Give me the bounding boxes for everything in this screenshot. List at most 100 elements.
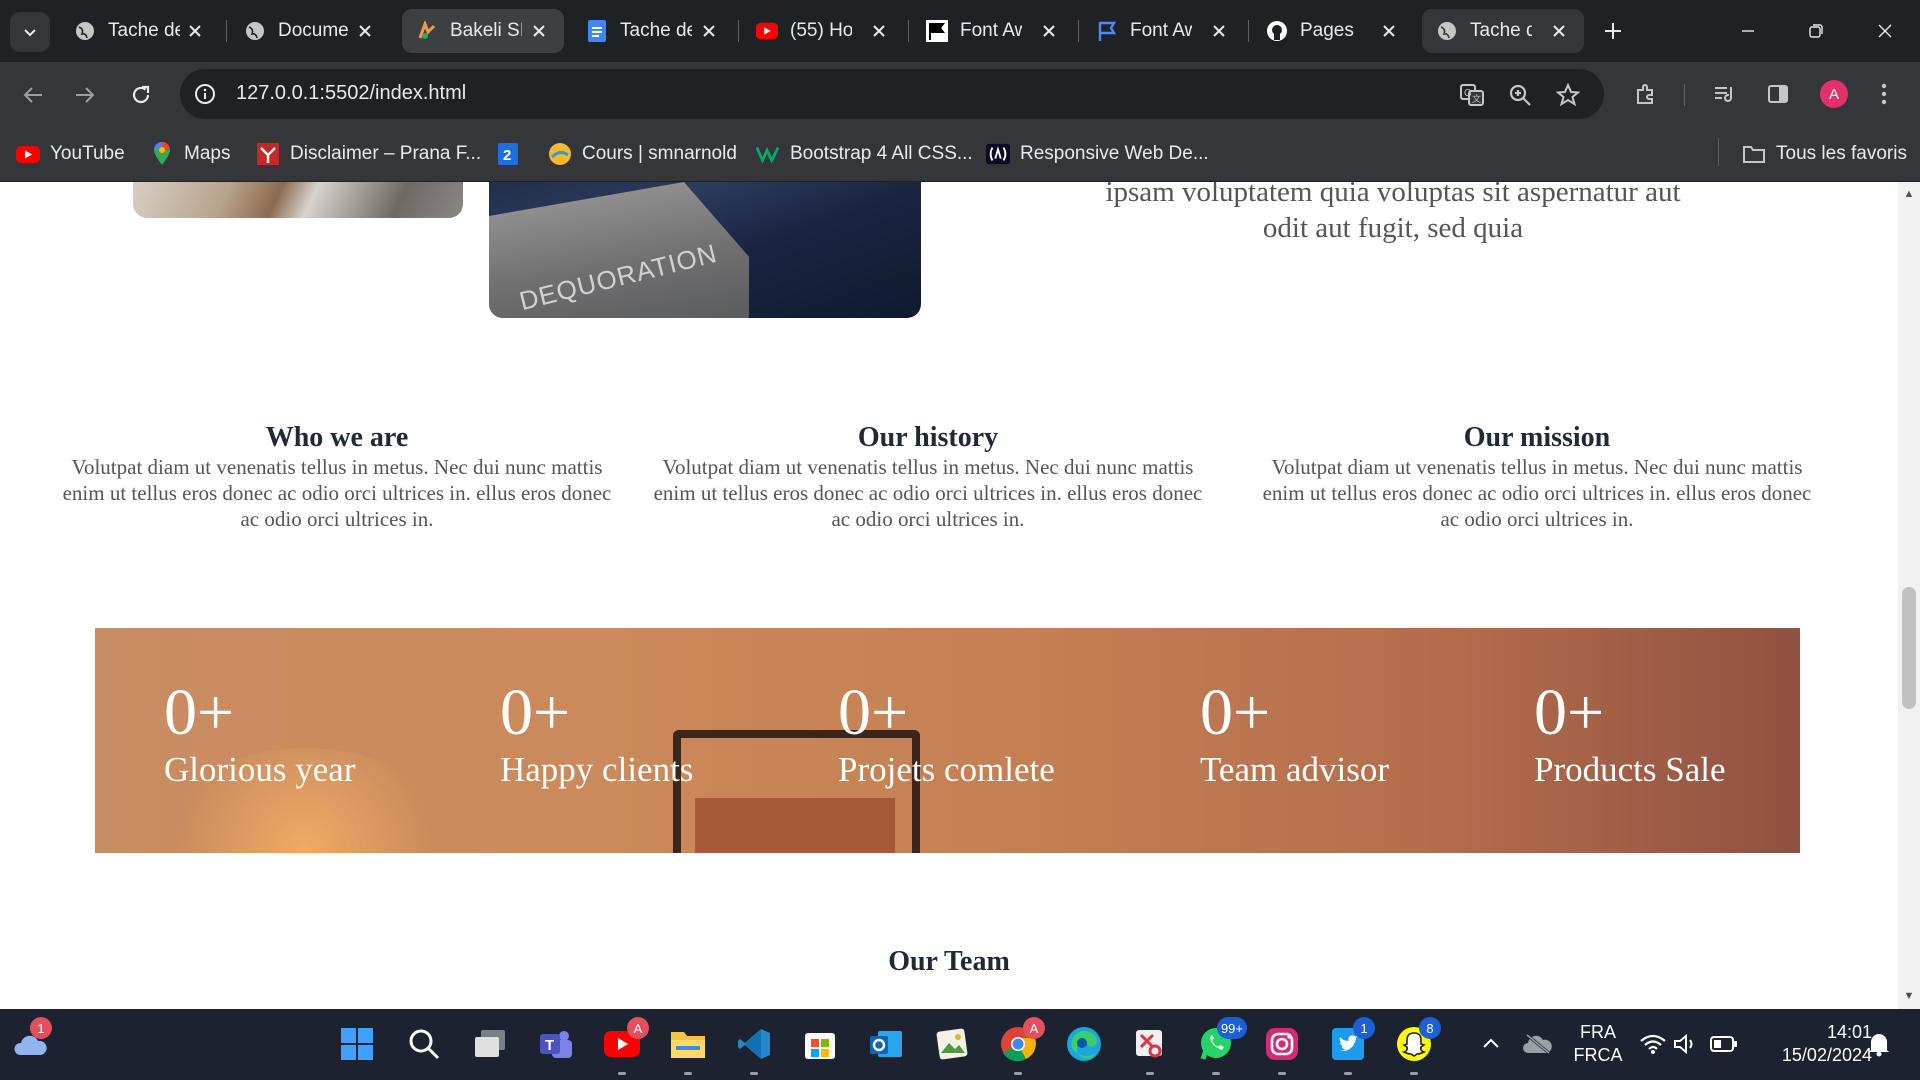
translate-icon[interactable]: G文 xyxy=(1458,81,1486,109)
book-image xyxy=(133,182,463,218)
tab[interactable]: Pages xyxy=(1252,9,1414,53)
search-icon[interactable] xyxy=(405,1025,443,1063)
app-badge: A xyxy=(627,1017,649,1039)
globe-icon xyxy=(1436,20,1458,42)
tab[interactable]: Docume xyxy=(230,9,390,53)
snapchat-icon[interactable]: 8 xyxy=(1395,1017,1441,1075)
profile-avatar[interactable]: A xyxy=(1820,80,1848,108)
youtube-app-icon[interactable]: A xyxy=(603,1017,649,1075)
svg-text:文: 文 xyxy=(1472,93,1481,104)
all-bookmarks-button[interactable]: Tous les favoris xyxy=(1742,140,1907,168)
minimize-icon xyxy=(1742,30,1754,32)
hero-line: odit aut fugit, sed quia xyxy=(1262,212,1524,244)
bookmark-cours[interactable]: Cours | smnarnold xyxy=(548,140,737,168)
start-icon[interactable] xyxy=(338,1025,376,1063)
close-icon[interactable] xyxy=(1548,20,1570,42)
tab[interactable]: Tache de xyxy=(60,9,220,53)
tab[interactable]: Font Aw xyxy=(1082,9,1244,53)
stat-number: 0+ xyxy=(838,676,909,749)
bookmark-disclaimer[interactable]: Disclaimer – Prana F... xyxy=(256,140,481,168)
vscode-icon[interactable] xyxy=(735,1025,773,1075)
clock[interactable]: 14:01 15/02/2024 xyxy=(1752,1021,1872,1067)
close-icon[interactable] xyxy=(868,20,890,42)
close-icon[interactable] xyxy=(528,20,550,42)
restore-button[interactable] xyxy=(1799,14,1833,48)
side-panel-icon[interactable] xyxy=(1762,78,1794,110)
page-scrollbar[interactable]: ▲ ▼ xyxy=(1898,182,1920,1009)
task-view-icon[interactable] xyxy=(471,1025,509,1063)
outlook-icon[interactable] xyxy=(867,1025,905,1063)
close-icon[interactable] xyxy=(354,20,376,42)
file-explorer-icon[interactable] xyxy=(669,1025,707,1075)
arrow-right-icon xyxy=(76,87,95,103)
close-icon[interactable] xyxy=(1208,20,1230,42)
clock-time: 14:01 xyxy=(1826,1022,1872,1042)
new-tab-button[interactable] xyxy=(1598,16,1628,46)
photos-icon[interactable] xyxy=(933,1025,971,1063)
battery-icon[interactable] xyxy=(1705,1025,1743,1063)
scroll-down-icon[interactable]: ▼ xyxy=(1903,990,1915,1002)
info-icon[interactable] xyxy=(192,81,218,107)
column-title: Our mission xyxy=(1463,422,1611,453)
language-indicator[interactable]: FRA FRCA xyxy=(1572,1021,1624,1067)
bookmark-label: Disclaimer – Prana F... xyxy=(290,143,482,164)
bookmark-youtube[interactable]: YouTube xyxy=(16,140,125,168)
bookmark-maps[interactable]: Maps xyxy=(150,140,230,168)
bookmark-label: YouTube xyxy=(50,143,125,164)
column-text: Volutpat diam ut venenatis tellus in met… xyxy=(1262,455,1812,531)
bookmarks-bar: YouTube Maps Disclaimer – Prana F... 2 C… xyxy=(0,126,1920,182)
scroll-up-icon[interactable]: ▲ xyxy=(1903,188,1915,200)
snipping-tool-icon[interactable] xyxy=(1131,1025,1169,1075)
globe-icon xyxy=(244,20,266,42)
reload-button[interactable] xyxy=(124,78,158,112)
stat-number: 0+ xyxy=(1534,676,1605,749)
tab[interactable]: Font Aw xyxy=(912,9,1074,53)
stat-number: 0+ xyxy=(1200,676,1271,749)
tab[interactable]: (55) Ho xyxy=(742,9,904,53)
close-icon[interactable] xyxy=(698,20,720,42)
minimize-button[interactable] xyxy=(1731,14,1765,48)
forward-button[interactable] xyxy=(68,78,102,112)
onedrive-icon[interactable] xyxy=(1518,1025,1556,1063)
chevron-down-icon xyxy=(24,29,36,37)
chevron-up-icon[interactable] xyxy=(1472,1025,1510,1063)
url-text[interactable]: 127.0.0.1:5502/index.html xyxy=(236,82,466,105)
edge-icon[interactable] xyxy=(1065,1025,1103,1063)
extensions-icon[interactable] xyxy=(1630,78,1662,110)
column-title: Our history xyxy=(857,422,999,453)
close-icon[interactable] xyxy=(1038,20,1060,42)
bookmark-bootstrap[interactable]: Bootstrap 4 All CSS... xyxy=(756,140,973,168)
number-2-icon: 2 xyxy=(496,142,520,166)
notification-bell-icon[interactable] xyxy=(1860,1025,1898,1063)
close-icon[interactable] xyxy=(1378,20,1400,42)
chrome-icon[interactable]: A xyxy=(999,1017,1045,1075)
stat-number: 0+ xyxy=(500,676,571,749)
teams-icon[interactable]: T xyxy=(537,1025,575,1063)
tab-title: Tache de xyxy=(108,20,180,41)
bookmark-responsive[interactable]: Responsive Web De... xyxy=(986,140,1209,168)
reload-icon xyxy=(132,85,150,104)
zoom-icon[interactable] xyxy=(1506,81,1534,109)
tab-search-button[interactable] xyxy=(10,12,50,52)
reading-list-icon[interactable] xyxy=(1708,78,1740,110)
store-icon[interactable] xyxy=(801,1025,839,1063)
tab-active[interactable]: Bakeli SI xyxy=(402,9,564,53)
bookmark-number-2[interactable]: 2 xyxy=(496,140,530,168)
close-window-button[interactable] xyxy=(1868,14,1902,48)
back-button[interactable] xyxy=(16,78,50,112)
scrollbar-thumb[interactable] xyxy=(1902,587,1916,709)
close-icon[interactable] xyxy=(184,20,206,42)
app-badge: 8 xyxy=(1419,1017,1441,1039)
svg-text:T: T xyxy=(545,1037,554,1054)
tab[interactable]: Tache de xyxy=(572,9,734,53)
team-section-title: Our Team xyxy=(888,946,1010,977)
volume-icon[interactable] xyxy=(1666,1025,1704,1063)
address-bar[interactable]: 127.0.0.1:5502/index.html G文 xyxy=(180,69,1604,119)
twitter-icon[interactable]: 1 xyxy=(1329,1017,1375,1075)
instagram-icon[interactable] xyxy=(1263,1025,1301,1075)
menu-icon[interactable] xyxy=(1868,78,1900,110)
whatsapp-icon[interactable]: 99+ xyxy=(1197,1017,1247,1075)
tab[interactable]: Tache de xyxy=(1422,9,1584,53)
weather-icon[interactable]: 1 xyxy=(12,1017,52,1063)
star-icon[interactable] xyxy=(1554,81,1582,109)
